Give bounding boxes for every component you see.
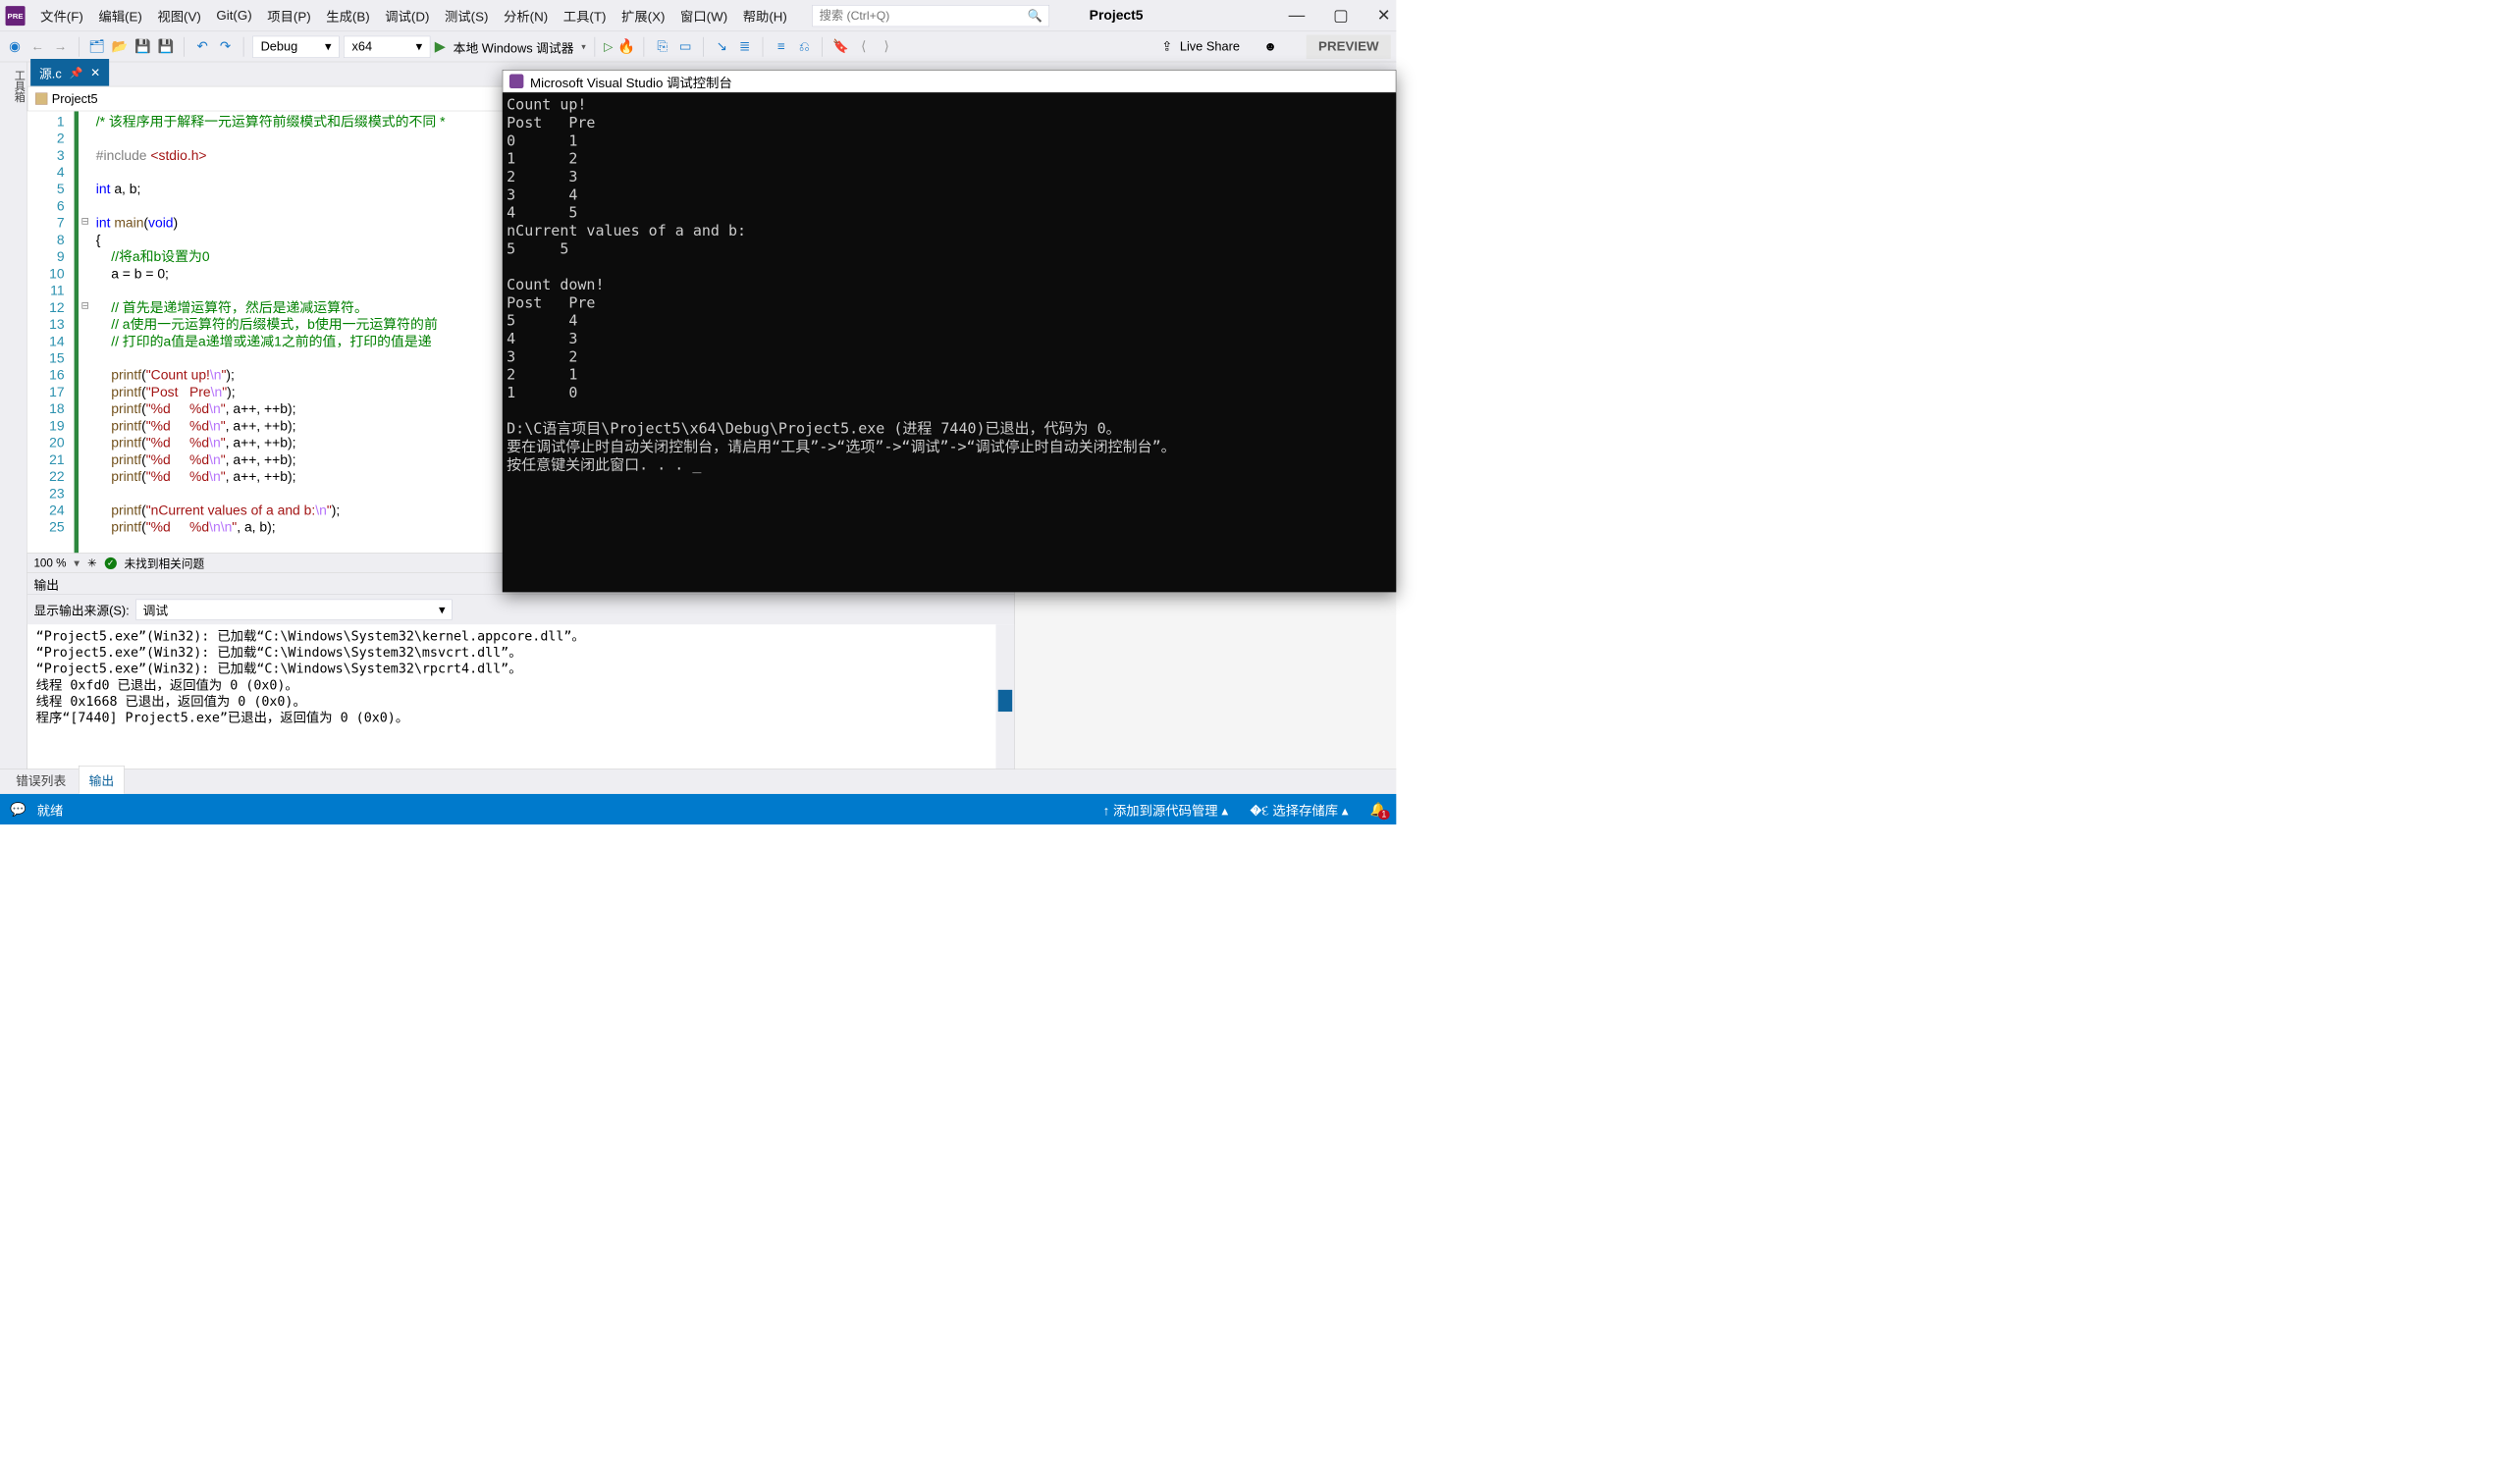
chevron-down-icon: ▾ [439,603,445,617]
tab-error-list[interactable]: 错误列表 [6,766,77,794]
open-file-icon[interactable]: 📂 [111,37,130,56]
debug-console-output[interactable]: Count up! Post Pre 0 1 1 2 2 3 3 4 4 5 n… [503,92,1397,592]
tab-output[interactable]: 输出 [79,766,125,794]
solution-name: Project5 [1090,8,1144,24]
window-close[interactable]: ✕ [1377,6,1391,25]
chevron-down-icon: ▾ [325,39,331,54]
uncomment-icon[interactable]: ⎌ [795,37,814,56]
window-minimize[interactable]: — [1289,6,1306,25]
app-icon: PRE [6,6,26,26]
menu-project[interactable]: 项目(P) [267,6,310,25]
layout-icon[interactable]: ▭ [676,37,695,56]
issues-label[interactable]: 未找到相关问题 [125,555,205,571]
run-split-icon[interactable]: ▾ [581,41,585,52]
close-icon[interactable]: ✕ [90,66,100,80]
save-all-icon[interactable]: 💾 [156,37,175,56]
menu-analyze[interactable]: 分析(N) [504,6,548,25]
zoom-level[interactable]: 100 % [33,556,66,569]
main-toolbar: ◉ ← → 🗂 📂 💾 💾 ↶ ↷ Debug▾ x64▾ ▶ 本地 Windo… [0,31,1396,62]
feedback-icon[interactable]: 💬 [10,801,27,817]
debug-console-window[interactable]: Microsoft Visual Studio 调试控制台 Count up! … [503,70,1397,592]
search-icon[interactable]: 🔍 [1028,9,1043,23]
run-button[interactable]: 本地 Windows 调试器 [454,37,574,56]
menu-edit[interactable]: 编辑(E) [98,6,141,25]
save-icon[interactable]: 💾 [134,37,152,56]
title-menu-bar: PRE 文件(F) 编辑(E) 视图(V) Git(G) 项目(P) 生成(B)… [0,0,1396,31]
comment-icon[interactable]: ≡ [772,37,790,56]
indent-icon[interactable]: ≣ [735,37,754,56]
redo-icon[interactable]: ↷ [216,37,235,56]
toolbox-side-tab[interactable]: 工具箱 [0,62,27,768]
menu-window[interactable]: 窗口(W) [680,6,727,25]
prev-bookmark-icon[interactable]: ⟨ [854,37,873,56]
console-app-icon [509,75,523,88]
menu-view[interactable]: 视图(V) [157,6,200,25]
menu-ext[interactable]: 扩展(X) [621,6,665,25]
menu-tools[interactable]: 工具(T) [563,6,607,25]
nav-fwd2-icon[interactable]: → [51,37,70,56]
cursor-icon[interactable]: ↘ [713,37,731,56]
notifications-button[interactable]: 🔔1 [1370,801,1387,817]
menu-file[interactable]: 文件(F) [40,6,83,25]
debug-console-titlebar[interactable]: Microsoft Visual Studio 调试控制台 [503,70,1397,92]
fold-column[interactable]: ⊟⊟ [79,111,91,553]
output-source-label: 显示输出来源(S): [33,601,129,619]
undo-icon[interactable]: ↶ [193,37,212,56]
project-icon [35,92,47,104]
line-number-gutter: 1234567891011121314151617181920212223242… [27,111,75,553]
menu-help[interactable]: 帮助(H) [743,6,787,25]
search-input[interactable] [820,9,1028,23]
window-maximize[interactable]: ▢ [1333,6,1349,25]
hot-reload-icon[interactable]: 🔥 [617,38,635,55]
pin-icon[interactable]: 📌 [70,66,83,80]
menu-debug[interactable]: 调试(D) [385,6,429,25]
issues-icon[interactable]: ✳ [87,556,97,570]
search-box[interactable]: 🔍 [812,5,1049,26]
document-tab-label: 源.c [39,63,62,81]
status-ready: 就绪 [37,800,64,819]
live-share-icon[interactable]: ⇪ [1161,39,1172,54]
repo-select-button[interactable]: �દ 选择存储库 ▴ [1250,800,1348,819]
source-control-button[interactable]: ↑ 添加到源代码管理 ▴ [1103,800,1228,819]
debug-console-title: Microsoft Visual Studio 调试控制台 [530,72,732,90]
config-dropdown[interactable]: Debug▾ [252,35,340,57]
live-share-button[interactable]: Live Share [1180,39,1240,54]
menu-git[interactable]: Git(G) [216,8,251,24]
step-icon[interactable]: ⎘ [653,37,671,56]
bottom-tab-bar: 错误列表 输出 [0,768,1396,794]
output-text[interactable]: “Project5.exe”(Win32): 已加载“C:\Windows\Sy… [27,624,996,768]
status-bar: 💬 就绪 ↑ 添加到源代码管理 ▴ �દ 选择存储库 ▴ 🔔1 [0,794,1396,824]
output-scrollbar[interactable] [996,624,1015,768]
platform-dropdown[interactable]: x64▾ [344,35,430,57]
new-project-icon[interactable]: 🗂 [87,37,106,56]
solution-explorer-placeholder [1014,573,1396,768]
nav-back-icon[interactable]: ◉ [6,37,25,56]
document-tab-source-c[interactable]: 源.c 📌 ✕ [30,59,109,86]
run-icon[interactable]: ▶ [435,38,446,55]
bookmark-icon[interactable]: 🔖 [831,37,850,56]
preview-badge: PREVIEW [1307,34,1391,58]
menu-test[interactable]: 测试(S) [445,6,488,25]
nav-fwd-icon[interactable]: ← [28,37,47,56]
run-no-debug-icon[interactable]: ▷ [604,39,613,53]
chevron-down-icon: ▾ [416,39,422,54]
next-bookmark-icon[interactable]: ⟩ [878,37,896,56]
output-source-dropdown[interactable]: 调试▾ [135,600,452,620]
ok-icon: ✓ [105,557,117,569]
output-panel: 输出 显示输出来源(S): 调试▾ “Project5.exe”(Win32):… [27,572,1397,768]
menu-build[interactable]: 生成(B) [326,6,369,25]
feedback-icon[interactable]: ☻ [1263,39,1276,54]
